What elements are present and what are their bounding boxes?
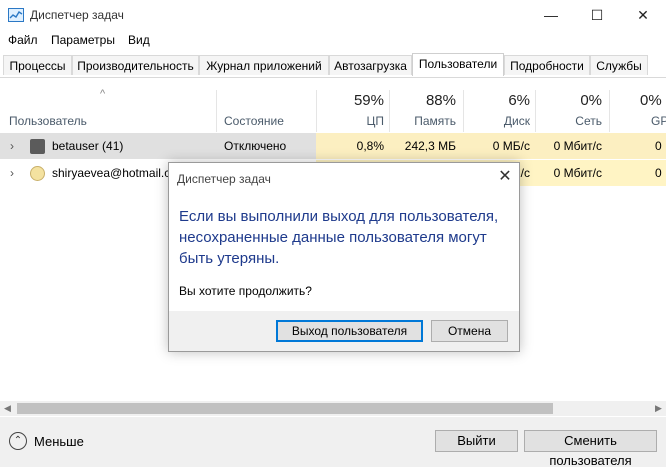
row-network: 0 Мбит/с — [553, 166, 602, 180]
scroll-left-icon[interactable]: ◀ — [0, 401, 15, 416]
row-gpu: 0 — [655, 166, 662, 180]
confirm-logout-button[interactable]: Выход пользователя — [276, 320, 423, 342]
column-cpu[interactable]: ЦП — [320, 114, 384, 128]
column-memory[interactable]: Память — [392, 114, 456, 128]
task-manager-icon — [8, 8, 24, 22]
row-gpu: 0 — [655, 139, 662, 153]
row-network: 0 Мбит/с — [553, 139, 602, 153]
row-status: Отключено — [224, 139, 287, 153]
column-status[interactable]: Состояние — [224, 114, 284, 128]
minimize-button[interactable]: — — [528, 0, 574, 30]
dialog-message-line: несохраненные данные пользователя могут — [179, 229, 487, 246]
tab-users[interactable]: Пользователи — [412, 53, 504, 76]
menu-view[interactable]: Вид — [128, 33, 150, 47]
tab-details[interactable]: Подробности — [504, 55, 590, 75]
menu-file[interactable]: Файл — [8, 33, 38, 47]
cpu-total: 59% — [353, 92, 384, 109]
dialog-title: Диспетчер задач — [177, 172, 271, 186]
column-separator[interactable] — [535, 90, 536, 132]
tab-app-history[interactable]: Журнал приложений — [199, 55, 329, 75]
tab-processes[interactable]: Процессы — [3, 55, 72, 75]
scrollbar-thumb[interactable] — [17, 403, 553, 414]
dialog-close-icon[interactable]: ✕ — [495, 166, 515, 186]
dialog-message-line: быть утеряны. — [179, 250, 280, 267]
switch-user-button[interactable]: Сменить пользователя — [524, 430, 657, 468]
expand-chevron-icon[interactable]: › — [10, 133, 14, 159]
expand-chevron-icon[interactable]: › — [10, 160, 14, 186]
tab-services[interactable]: Службы — [590, 55, 648, 75]
fewer-details-link[interactable]: Меньше — [34, 434, 84, 449]
column-user[interactable]: Пользователь — [9, 114, 87, 128]
tab-startup[interactable]: Автозагрузка — [329, 55, 412, 75]
column-network[interactable]: Сеть — [538, 114, 602, 128]
column-separator[interactable] — [316, 90, 317, 132]
row-disk: 0 МБ/с — [492, 139, 530, 153]
logout-button[interactable]: Выйти — [435, 430, 518, 452]
dialog-question: Вы хотите продолжить? — [179, 284, 312, 298]
gpu-total: 0% — [640, 92, 662, 109]
memory-total: 88% — [425, 92, 456, 109]
disk-total: 6% — [508, 92, 530, 109]
close-button[interactable]: ✕ — [620, 0, 666, 30]
scroll-right-icon[interactable]: ▶ — [651, 401, 666, 416]
column-separator[interactable] — [216, 90, 217, 132]
sort-arrow-icon: ^ — [100, 88, 106, 100]
column-separator[interactable] — [463, 90, 464, 132]
column-disk[interactable]: Диск — [466, 114, 530, 128]
column-separator[interactable] — [609, 90, 610, 132]
row-user-name: shiryaevea@hotmail.c — [52, 166, 171, 180]
maximize-button[interactable]: ☐ — [574, 0, 620, 30]
user-avatar-icon — [30, 166, 45, 181]
column-separator[interactable] — [389, 90, 390, 132]
row-user-name: betauser (41) — [52, 139, 124, 153]
dialog-message: Если вы выполнили выход для пользователя… — [179, 206, 509, 269]
chevron-up-icon[interactable]: ⌃ — [9, 432, 27, 450]
cancel-button[interactable]: Отмена — [431, 320, 508, 342]
network-total: 0% — [580, 92, 602, 109]
row-cpu: 0,8% — [356, 139, 384, 153]
user-avatar-icon — [30, 139, 45, 154]
window-title: Диспетчер задач — [30, 8, 124, 22]
menu-options[interactable]: Параметры — [51, 33, 115, 47]
dialog-message-line: Если вы выполнили выход для пользователя… — [179, 208, 499, 225]
row-memory: 242,3 МБ — [404, 139, 456, 153]
column-gpu[interactable]: GPU — [651, 114, 666, 128]
tab-performance[interactable]: Производительность — [72, 55, 199, 75]
